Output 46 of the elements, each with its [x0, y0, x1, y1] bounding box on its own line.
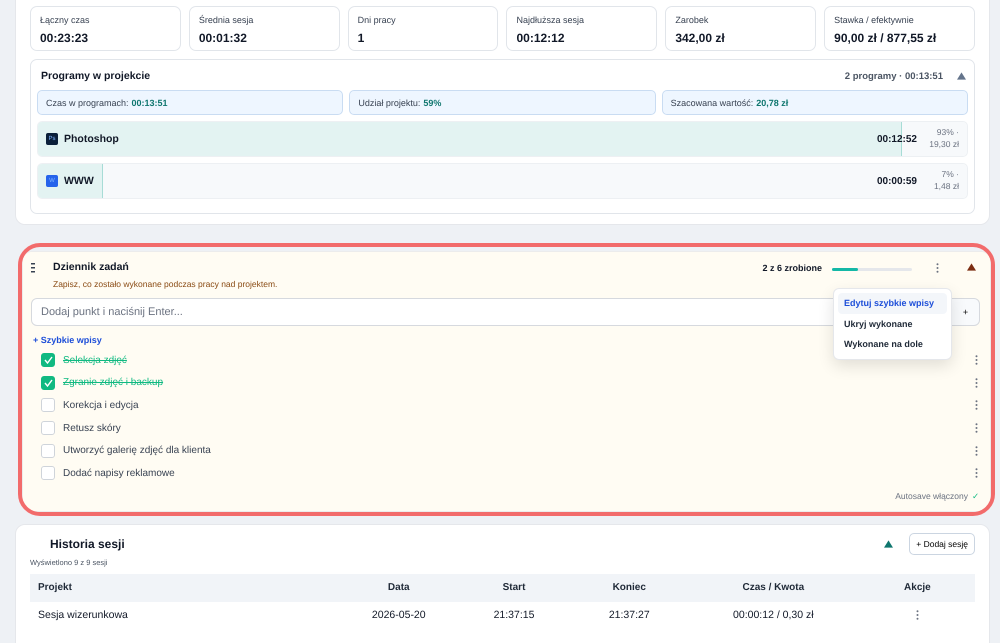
task-label: Zgranie zdjęć i backup	[63, 377, 164, 388]
stat-label: Najdłuższa sesja	[516, 15, 586, 25]
task-label: Utworzyć galerię zdjęć dla klienta	[63, 445, 212, 456]
stat-label: Średnia sesja	[198, 15, 254, 25]
table-cell-text: 21:37:15	[492, 608, 536, 623]
task-label: Dodać napisy reklamowe	[63, 468, 176, 479]
section-title: Historia sesji	[49, 536, 126, 551]
stat-label: Dni pracy	[358, 15, 397, 25]
program-name: Photoshop	[64, 133, 120, 145]
stat-value: 1	[358, 31, 366, 45]
autosave-status: Autosave włączony	[895, 490, 968, 501]
stat-value: 00:23:23	[40, 31, 90, 45]
program-time: 00:12:52	[876, 134, 917, 144]
column-header: Data	[341, 574, 456, 602]
table-cell-text: 21:37:27	[608, 608, 651, 623]
column-header: Akcje	[860, 574, 975, 602]
program-name: WWW	[64, 175, 95, 187]
section-subtitle: Zapisz, co zostało wykonane podczas pracy nad projektem.	[53, 279, 278, 289]
progress-text: 2 z 6 zrobione	[762, 263, 822, 273]
stat-label: Zarobek	[675, 15, 710, 25]
column-header: Projekt	[30, 574, 342, 602]
table-cell-text: Sesja wizerunkowa	[37, 608, 129, 623]
stat-value: 00:12:12	[516, 31, 566, 45]
table-cell-text: 2026-05-20	[370, 608, 427, 623]
stat-value: 90,00 zł / 877,55 zł	[834, 31, 938, 45]
section-title: Dziennik zadań	[53, 261, 130, 273]
program-share: 7% · 1,48 zł	[932, 169, 959, 193]
stat-label: Łączny czas	[40, 15, 91, 25]
task-label: Retusz skóry	[63, 422, 122, 434]
task-label: Korekcja i edycja	[63, 400, 140, 411]
column-header: Koniec	[572, 574, 687, 602]
metric-chip: Czas w programach: 00:13:51	[37, 90, 344, 115]
task-label: Selekcja zdjęć	[63, 354, 128, 366]
program-time: 00:00:59	[876, 176, 917, 186]
stat-value: 00:01:32	[198, 31, 248, 45]
stat-label: Stawka / efektywnie	[834, 15, 915, 25]
autosave-check: ✓	[972, 490, 980, 501]
stat-value: 342,00 zł	[675, 31, 726, 45]
panel-title: Programy w projekcie	[41, 70, 150, 82]
metric-chip: Szacowana wartość: 20,78 zł	[662, 90, 968, 115]
program-share: 93% · 19,30 zł	[928, 127, 959, 151]
column-header: Start	[456, 574, 572, 602]
column-header: Czas / Kwota	[686, 574, 860, 602]
programs-summary: 2 programy · 00:13:51	[844, 70, 943, 82]
metric-chip: Udział projektu: 59%	[349, 90, 656, 115]
table-cell-text: 00:00:12 / 0,30 zł	[732, 608, 815, 623]
